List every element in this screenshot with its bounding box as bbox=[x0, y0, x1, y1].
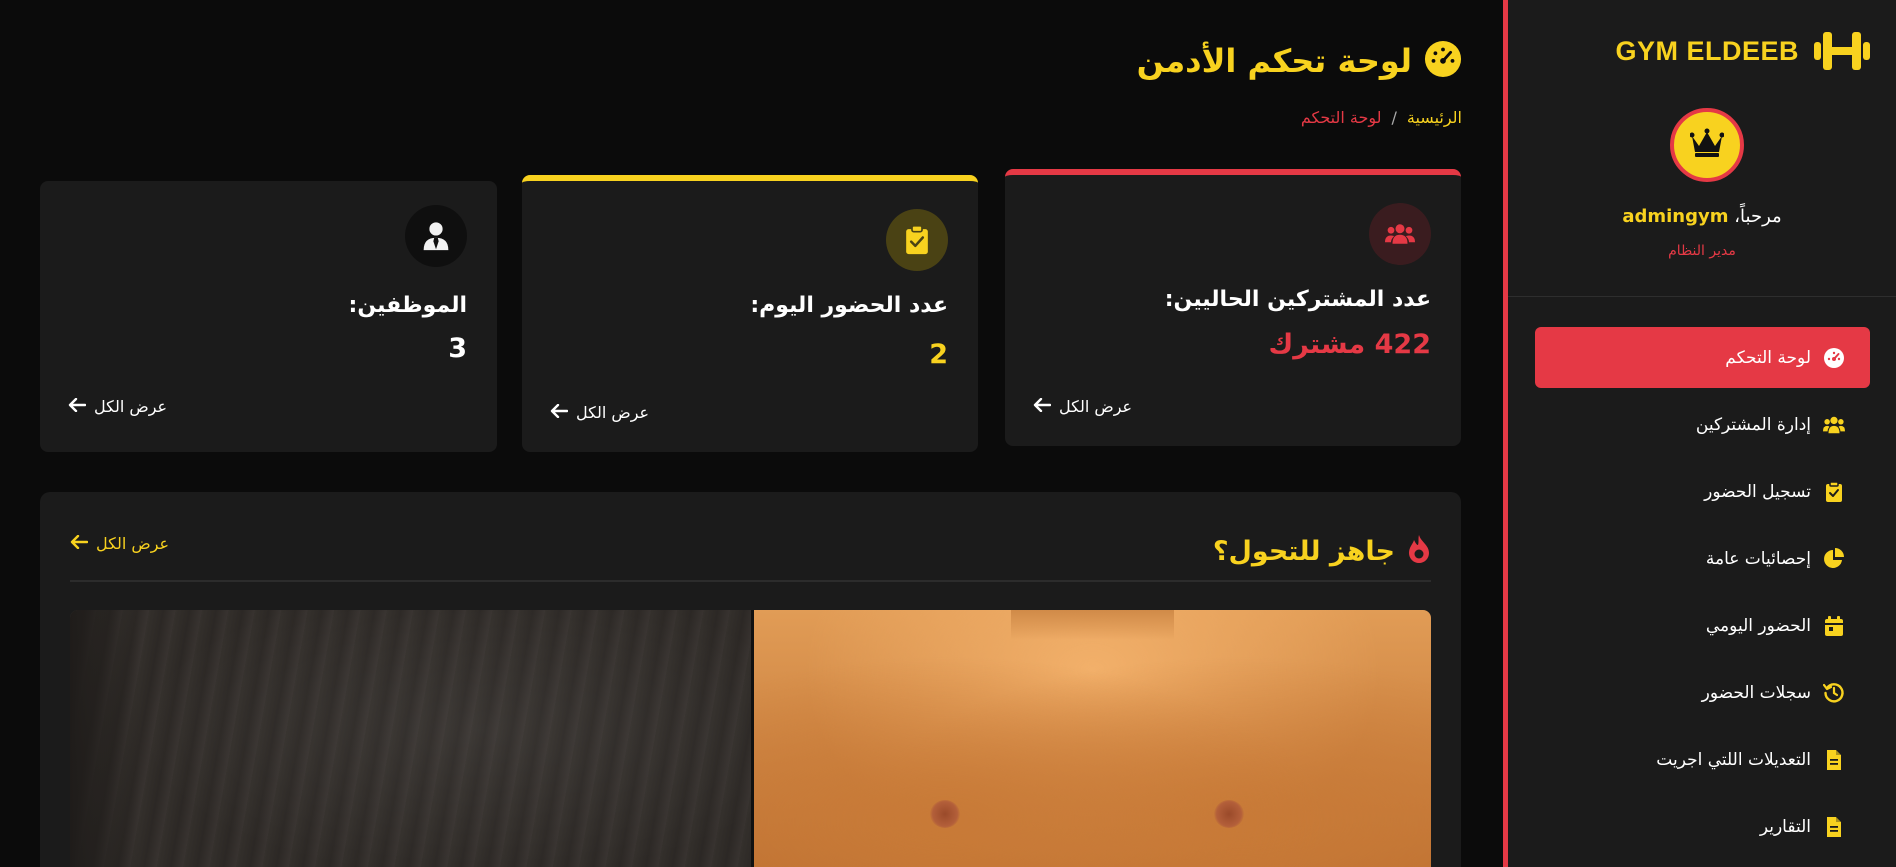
sidebar-item-statistics[interactable]: إحصائيات عامة bbox=[1535, 528, 1870, 589]
sidebar-item-label: إدارة المشتركين bbox=[1695, 414, 1811, 435]
user-role: مدير النظام bbox=[1668, 243, 1736, 259]
gauge-icon bbox=[1823, 347, 1845, 369]
sidebar-item-label: الحضور اليومي bbox=[1705, 615, 1811, 636]
image-detail bbox=[929, 800, 960, 828]
welcome-prefix: مرحباً، bbox=[1734, 206, 1782, 227]
sidebar-item-reports[interactable]: التقارير bbox=[1535, 796, 1870, 857]
breadcrumb-separator: / bbox=[1391, 108, 1397, 127]
employees-value: 3 bbox=[448, 333, 467, 364]
calendar-icon bbox=[1823, 615, 1845, 637]
attendance-label: عدد الحضور اليوم: bbox=[750, 293, 948, 318]
employees-card: الموظفين: 3 عرض الكل bbox=[40, 181, 497, 452]
breadcrumb-home[interactable]: الرئيسية bbox=[1407, 108, 1462, 127]
history-icon bbox=[1823, 682, 1845, 704]
page-header: لوحة تحكم الأدمن bbox=[1137, 40, 1462, 82]
sidebar-item-label: التقارير bbox=[1759, 816, 1811, 837]
view-all-label: عرض الكل bbox=[576, 403, 650, 422]
before-after-image bbox=[70, 610, 1431, 867]
promo-view-all-link[interactable]: عرض الكل bbox=[70, 534, 169, 553]
arrow-left-icon bbox=[68, 397, 87, 416]
sidebar-item-label: تسجيل الحضور bbox=[1704, 481, 1811, 502]
fire-icon bbox=[1407, 534, 1431, 568]
sidebar-item-subscribers[interactable]: إدارة المشتركين bbox=[1535, 394, 1870, 455]
file-icon bbox=[1823, 816, 1845, 838]
transformation-section: جاهز للتحول؟ عرض الكل bbox=[40, 492, 1461, 867]
breadcrumb-current: لوحة التحكم bbox=[1300, 108, 1382, 127]
view-all-label: عرض الكل bbox=[1059, 397, 1133, 416]
attendance-value: 2 bbox=[929, 339, 948, 370]
image-detail bbox=[1010, 610, 1174, 640]
clipboard-check-icon bbox=[886, 209, 948, 271]
before-image bbox=[70, 610, 751, 867]
sidebar-nav: لوحة التحكم إدارة المشتركين تسجيل الحضور… bbox=[1535, 327, 1870, 863]
users-icon bbox=[1823, 414, 1845, 436]
clipboard-check-icon bbox=[1823, 480, 1845, 503]
breadcrumb: الرئيسية / لوحة التحكم bbox=[1301, 108, 1462, 127]
sidebar-item-attendance-register[interactable]: تسجيل الحضور bbox=[1535, 461, 1870, 522]
promo-title: جاهز للتحول؟ bbox=[1212, 535, 1395, 567]
promo-divider bbox=[70, 580, 1431, 582]
sidebar: GYM ELDEEB مرحباً، admingym مدير النظام bbox=[1503, 0, 1896, 867]
employees-view-all-link[interactable]: عرض الكل bbox=[68, 397, 167, 416]
promo-header: جاهز للتحول؟ bbox=[1213, 534, 1431, 568]
arrow-left-icon bbox=[550, 403, 569, 422]
users-icon bbox=[1369, 203, 1431, 265]
welcome-text: مرحباً، admingym bbox=[1508, 206, 1896, 227]
sidebar-item-label: إحصائيات عامة bbox=[1705, 548, 1811, 569]
sidebar-item-dashboard[interactable]: لوحة التحكم bbox=[1535, 327, 1870, 388]
view-all-label: عرض الكل bbox=[94, 397, 168, 416]
sidebar-item-label: سجلات الحضور bbox=[1701, 682, 1811, 703]
arrow-left-icon bbox=[1033, 397, 1052, 416]
subscribers-value: 422 مشترك bbox=[1268, 329, 1431, 360]
main-content: لوحة تحكم الأدمن الرئيسية / لوحة التحكم … bbox=[0, 0, 1501, 867]
after-image bbox=[750, 610, 1431, 867]
sidebar-item-label: لوحة التحكم bbox=[1725, 347, 1811, 368]
page-title: لوحة تحكم الأدمن bbox=[1136, 42, 1412, 80]
arrow-left-icon bbox=[70, 534, 89, 553]
file-icon bbox=[1823, 749, 1845, 771]
dumbbell-icon bbox=[1813, 28, 1871, 74]
brand-name: GYM ELDEEB bbox=[1615, 35, 1799, 66]
avatar[interactable] bbox=[1670, 108, 1744, 182]
pie-chart-icon bbox=[1823, 547, 1845, 570]
view-all-label: عرض الكل bbox=[96, 534, 170, 553]
image-detail bbox=[1214, 800, 1245, 828]
subscribers-label: عدد المشتركين الحاليين: bbox=[1164, 287, 1431, 312]
sidebar-divider bbox=[1508, 296, 1896, 297]
sidebar-item-daily-attendance[interactable]: الحضور اليومي bbox=[1535, 595, 1870, 656]
gauge-icon bbox=[1424, 40, 1462, 82]
sidebar-item-attendance-logs[interactable]: سجلات الحضور bbox=[1535, 662, 1870, 723]
username: admingym bbox=[1622, 206, 1729, 227]
user-tie-icon bbox=[405, 205, 467, 267]
attendance-view-all-link[interactable]: عرض الكل bbox=[550, 403, 649, 422]
brand[interactable]: GYM ELDEEB bbox=[1615, 28, 1871, 74]
sidebar-item-label: التعديلات اللتي اجريت bbox=[1656, 749, 1811, 770]
sidebar-item-modifications[interactable]: التعديلات اللتي اجريت bbox=[1535, 729, 1870, 790]
crown-icon bbox=[1689, 128, 1725, 162]
subscribers-card: عدد المشتركين الحاليين: 422 مشترك عرض ال… bbox=[1005, 169, 1461, 446]
attendance-card: عدد الحضور اليوم: 2 عرض الكل bbox=[522, 175, 978, 452]
subscribers-view-all-link[interactable]: عرض الكل bbox=[1033, 397, 1132, 416]
employees-label: الموظفين: bbox=[348, 293, 467, 318]
app: لوحة تحكم الأدمن الرئيسية / لوحة التحكم … bbox=[0, 0, 1896, 867]
